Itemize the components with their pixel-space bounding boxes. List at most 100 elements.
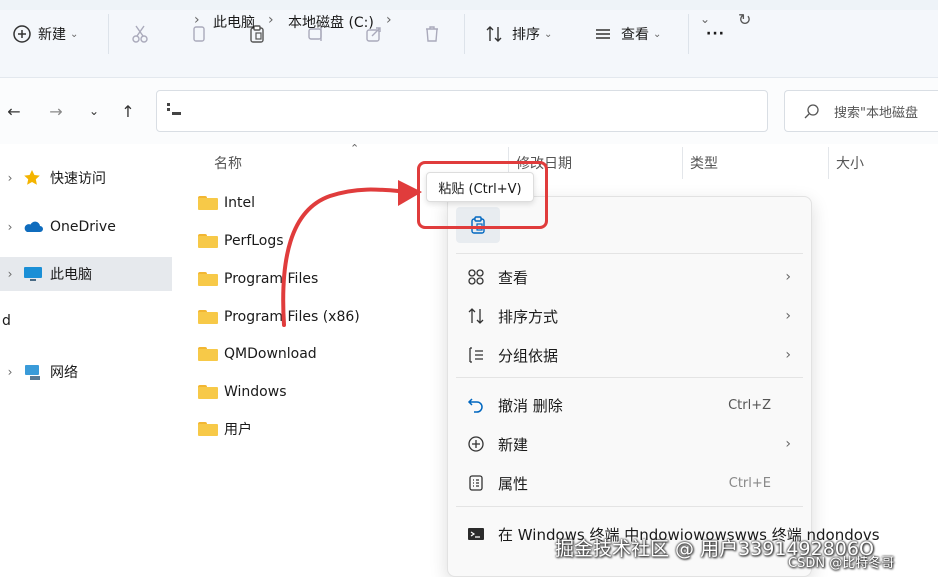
refresh-icon[interactable]: ↻ <box>738 10 751 29</box>
view-list-icon <box>593 24 613 44</box>
sidebar-item-this-pc[interactable]: › 此电脑 <box>0 257 172 291</box>
menu-item-undo-delete[interactable]: 撤消 删除 Ctrl+Z <box>448 388 811 422</box>
list-item[interactable]: Intel <box>198 191 255 215</box>
file-name: Windows <box>224 384 287 400</box>
menu-item-label: 撤消 删除 <box>498 396 563 415</box>
column-divider <box>828 147 829 179</box>
chevron-right-icon: › <box>785 436 791 452</box>
folder-icon <box>198 347 218 361</box>
cloud-icon <box>22 217 44 237</box>
view-button[interactable]: 查看 ⌄ <box>593 22 661 46</box>
menu-item-view[interactable]: 查看 › <box>448 260 811 294</box>
sidebar-item-label: 网络 <box>50 365 78 381</box>
folder-icon <box>198 422 218 436</box>
watermark-csdn: CSDN @比特冬哥 <box>788 556 895 571</box>
address-bar[interactable] <box>156 90 768 132</box>
divider <box>688 14 689 54</box>
chevron-right-icon: › <box>7 365 13 379</box>
breadcrumb-local-disk[interactable]: 本地磁盘 (C:) <box>288 12 374 32</box>
menu-item-label: 分组依据 <box>498 346 559 365</box>
column-header-name[interactable]: 名称 <box>214 153 242 173</box>
folder-icon <box>198 310 218 324</box>
chevron-down-icon: ⌄ <box>544 28 553 40</box>
column-header-size[interactable]: 大小 <box>836 153 864 173</box>
divider <box>108 14 109 54</box>
column-header-type[interactable]: 类型 <box>690 153 718 173</box>
sort-icon <box>466 306 486 326</box>
terminal-icon <box>466 524 486 544</box>
divider <box>464 14 465 54</box>
title-bar-strip <box>0 0 938 10</box>
chevron-right-icon: › <box>7 171 13 185</box>
sidebar-item-d[interactable]: d <box>0 304 60 338</box>
undo-icon <box>466 395 486 415</box>
sort-button[interactable]: 排序 ⌄ <box>484 22 552 46</box>
new-button-label: 新建 <box>38 27 66 43</box>
search-icon <box>804 103 820 119</box>
delete-icon[interactable] <box>420 22 444 46</box>
menu-item-group-by[interactable]: 分组依据 › <box>448 338 811 372</box>
sidebar-item-label: 快速访问 <box>50 171 106 187</box>
menu-item-label: 新建 <box>498 435 529 454</box>
new-button[interactable]: 新建 ⌄ <box>12 22 78 46</box>
sidebar-item-quick-access[interactable]: › 快速访问 <box>0 161 172 195</box>
menu-item-new[interactable]: 新建 › <box>448 427 811 461</box>
menu-divider <box>456 506 803 507</box>
file-name: 用户 <box>224 422 252 438</box>
menu-item-shortcut: Ctrl+E <box>728 475 771 491</box>
menu-item-properties[interactable]: 属性 Ctrl+E <box>448 466 811 500</box>
sidebar-item-label: 此电脑 <box>50 267 92 283</box>
menu-item-sort-by[interactable]: 排序方式 › <box>448 299 811 333</box>
file-name: QMDownload <box>224 346 317 362</box>
list-item[interactable]: Windows <box>198 380 287 404</box>
back-arrow-icon[interactable]: ← <box>4 100 24 122</box>
breadcrumb-this-pc[interactable]: 此电脑 <box>213 12 255 32</box>
chevron-right-icon: › <box>7 267 13 281</box>
sort-button-label: 排序 <box>512 27 540 43</box>
menu-item-label: 属性 <box>498 474 529 493</box>
list-item[interactable]: 用户 <box>198 417 252 441</box>
sidebar-item-network[interactable]: › 网络 <box>0 355 172 389</box>
highlight-annotation <box>417 161 548 229</box>
forward-arrow-icon[interactable]: → <box>46 100 66 122</box>
annotation-arrow <box>281 180 422 327</box>
menu-divider <box>456 377 803 378</box>
grid-view-icon <box>466 267 486 287</box>
sort-icon <box>484 24 504 44</box>
group-list-icon <box>466 345 486 365</box>
sidebar-item-label: OneDrive <box>50 219 116 235</box>
breadcrumb-separator: › <box>386 12 392 28</box>
file-name: Intel <box>224 195 255 211</box>
chevron-right-icon: › <box>785 308 791 324</box>
recent-locations-chevron-icon[interactable]: ⌄ <box>84 100 104 122</box>
folder-icon <box>198 385 218 399</box>
cut-icon[interactable] <box>128 22 152 46</box>
sidebar-item-onedrive[interactable]: › OneDrive <box>0 210 172 244</box>
computer-icon <box>166 101 182 117</box>
network-icon <box>22 362 44 382</box>
chevron-right-icon: › <box>7 220 13 234</box>
sort-indicator-icon: ⌃ <box>350 142 360 155</box>
monitor-icon <box>22 264 44 284</box>
properties-icon <box>466 473 486 493</box>
chevron-right-icon: › <box>785 347 791 363</box>
context-menu: 查看 › 排序方式 › 分组依据 › 撤消 删除 Ctrl+Z 新建 › 属性 <box>447 196 880 577</box>
plus-circle-icon <box>12 24 32 44</box>
menu-item-label: 查看 <box>498 268 529 287</box>
chevron-right-icon: › <box>785 269 791 285</box>
chevron-down-icon: ⌄ <box>653 28 662 40</box>
menu-divider <box>456 253 803 254</box>
column-divider <box>682 147 683 179</box>
menu-item-label: 排序方式 <box>498 307 559 326</box>
breadcrumb-separator: › <box>268 12 274 28</box>
list-item[interactable]: QMDownload <box>198 342 317 366</box>
chevron-down-icon: ⌄ <box>70 28 79 40</box>
view-button-label: 查看 <box>621 27 649 43</box>
folder-icon <box>198 196 218 210</box>
address-history-chevron-icon[interactable]: ⌄ <box>700 12 710 26</box>
folder-icon <box>198 272 218 286</box>
sidebar-item-label: d <box>2 313 11 329</box>
up-arrow-icon[interactable]: ↑ <box>118 100 138 122</box>
folder-icon <box>198 234 218 248</box>
menu-item-shortcut: Ctrl+Z <box>728 397 771 413</box>
